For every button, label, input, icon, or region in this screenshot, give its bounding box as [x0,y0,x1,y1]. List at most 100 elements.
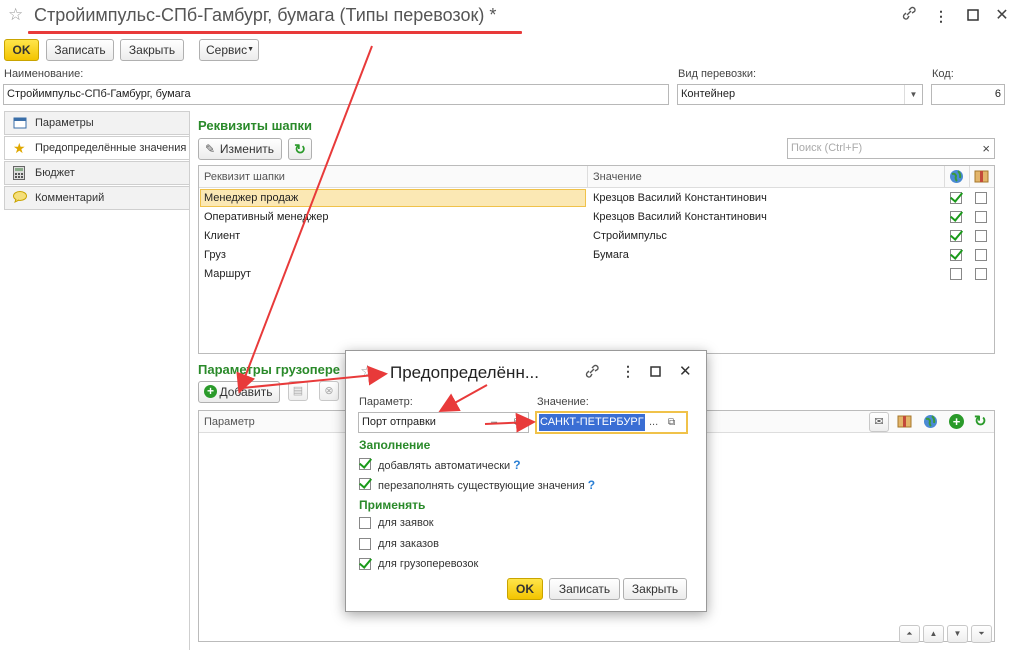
dialog-save-button[interactable]: Записать [549,578,620,600]
scroll-bottom-icon[interactable]: ⏷ [971,625,992,643]
search-input[interactable]: Поиск (Ctrl+F) × [787,138,995,159]
cell-attribute: Клиент [204,230,241,242]
parameters-icon [13,116,27,130]
refill-existing-option: перезаполнять существующие значения ? [378,478,595,492]
envelope-icon[interactable]: ✉ [869,412,889,432]
nav-item-comment[interactable]: Комментарий [4,186,190,210]
cell-value: Крезцов Василий Константинович [593,211,767,223]
checkbox-col1[interactable] [950,268,962,280]
fill-section-title: Заполнение [359,438,431,452]
cell-attribute: Оперативный менеджер [204,211,329,223]
checkbox-refill-existing[interactable] [359,478,371,490]
star-icon: ★ [13,140,26,156]
more-menu-icon[interactable]: ⋮ [930,5,952,27]
calculator-icon [13,166,27,180]
name-field[interactable]: Стройимпульс-СПб-Гамбург, бумага [3,84,669,105]
dropdown-dash-icon[interactable]: – [491,413,497,432]
checkbox-add-automatically[interactable] [359,458,371,470]
add-button[interactable]: + Добавить [198,381,280,403]
add-circle-icon[interactable]: + [949,414,964,429]
nav-item-budget[interactable]: Бюджет [4,161,190,185]
service-menu-button[interactable]: Сервис ▼ [199,39,259,61]
scroll-top-icon[interactable]: ⏶ [899,625,920,643]
open-icon[interactable]: ⧉ [514,413,521,432]
add-label: Добавить [219,385,273,399]
transport-kind-select[interactable]: Контейнер ▼ [677,84,923,105]
plus-icon: + [204,385,217,398]
for-requests-label: для заявок [378,517,434,529]
checkbox-for-orders[interactable] [359,538,371,550]
cell-value: Крезцов Василий Константинович [593,192,767,204]
package-icon[interactable] [897,414,912,432]
dropdown-arrow-icon[interactable]: ▼ [904,85,922,104]
clear-search-icon[interactable]: × [982,139,990,158]
maximize-icon[interactable] [650,366,661,380]
nav-label: Предопределённые значения [35,142,187,154]
for-cargo-label: для грузоперевозок [378,558,479,570]
value-label: Значение: [537,396,589,408]
close-button[interactable]: Закрыть [120,39,184,61]
dialog-ok-button[interactable]: OK [507,578,543,600]
transport-kind-label: Вид перевозки: [678,68,757,80]
cell-attribute: Груз [204,249,226,261]
globe-icon[interactable] [923,414,938,432]
checkbox-for-requests[interactable] [359,517,371,529]
column-divider [969,166,970,188]
cell-value: Стройимпульс [593,230,667,242]
help-icon[interactable]: ? [588,478,595,492]
checkbox-col2[interactable] [975,268,987,280]
scroll-up-icon[interactable]: ▲ [923,625,944,643]
dialog-close-button[interactable]: Закрыть [623,578,687,600]
refresh-icon[interactable]: ↻ [288,138,312,160]
favorite-star-icon[interactable]: ☆ [8,6,26,24]
add-automatically-label: добавлять автоматически [378,460,511,472]
section-title-header-attributes: Реквизиты шапки [198,118,313,133]
search-placeholder: Поиск (Ctrl+F) [791,142,863,154]
param-field[interactable]: Порт отправки – ⧉ [358,412,529,433]
edit-button[interactable]: ✎ Изменить [198,138,282,160]
predefined-value-dialog: ☆ Предопределённ... ⋮ ✕ Параметр: Порт о… [345,350,707,612]
column-header-attribute: Реквизит шапки [204,171,285,183]
checkbox-col1[interactable] [950,192,962,204]
more-menu-icon[interactable]: ⋮ [621,363,635,380]
favorite-star-icon[interactable]: ☆ [360,362,375,382]
checkbox-col1[interactable] [950,230,962,242]
link-icon[interactable] [898,5,920,27]
checkbox-col2[interactable] [975,249,987,261]
nav-label: Комментарий [35,192,105,204]
help-icon[interactable]: ? [513,458,520,472]
add-automatically-option: добавлять автоматически ? [378,458,521,472]
close-dialog-icon[interactable]: ✕ [679,362,692,380]
open-icon[interactable]: ⧉ [668,413,675,432]
maximize-icon[interactable] [962,5,984,27]
column-header-value: Значение [593,171,642,183]
param-value: Порт отправки [362,416,436,428]
refresh-icon[interactable]: ↻ [974,412,987,430]
nav-label: Параметры [35,117,94,129]
save-button[interactable]: Записать [46,39,114,61]
link-icon[interactable] [584,363,600,382]
for-orders-label: для заказов [378,538,439,550]
checkbox-col2[interactable] [975,211,987,223]
title-bar: ☆ Стройимпульс-СПб-Гамбург, бумага (Типы… [0,0,1017,34]
param-label: Параметр: [359,396,413,408]
nav-item-parameters[interactable]: Параметры [4,111,190,135]
scroll-down-icon[interactable]: ▼ [947,625,968,643]
cell-attribute: Маршрут [204,268,251,280]
checkbox-for-cargo[interactable] [359,558,371,570]
value-field[interactable]: САНКТ-ПЕТЕРБУРГ ... ⧉ [535,411,688,434]
checkbox-col1[interactable] [950,249,962,261]
checkbox-col2[interactable] [975,192,987,204]
delete-icon[interactable]: ⊗ [319,381,339,401]
ok-button[interactable]: OK [4,39,39,61]
copy-icon[interactable]: ▤ [288,381,308,401]
column-divider [944,166,945,188]
close-window-icon[interactable]: ✕ [991,5,1013,27]
column-divider [587,166,588,188]
checkbox-col1[interactable] [950,211,962,223]
nav-item-predefined-values[interactable]: ★ Предопределённые значения [4,136,190,160]
select-ellipsis-icon[interactable]: ... [649,413,658,432]
code-field[interactable]: 6 [931,84,1005,105]
checkbox-col2[interactable] [975,230,987,242]
pencil-icon: ✎ [205,142,216,156]
